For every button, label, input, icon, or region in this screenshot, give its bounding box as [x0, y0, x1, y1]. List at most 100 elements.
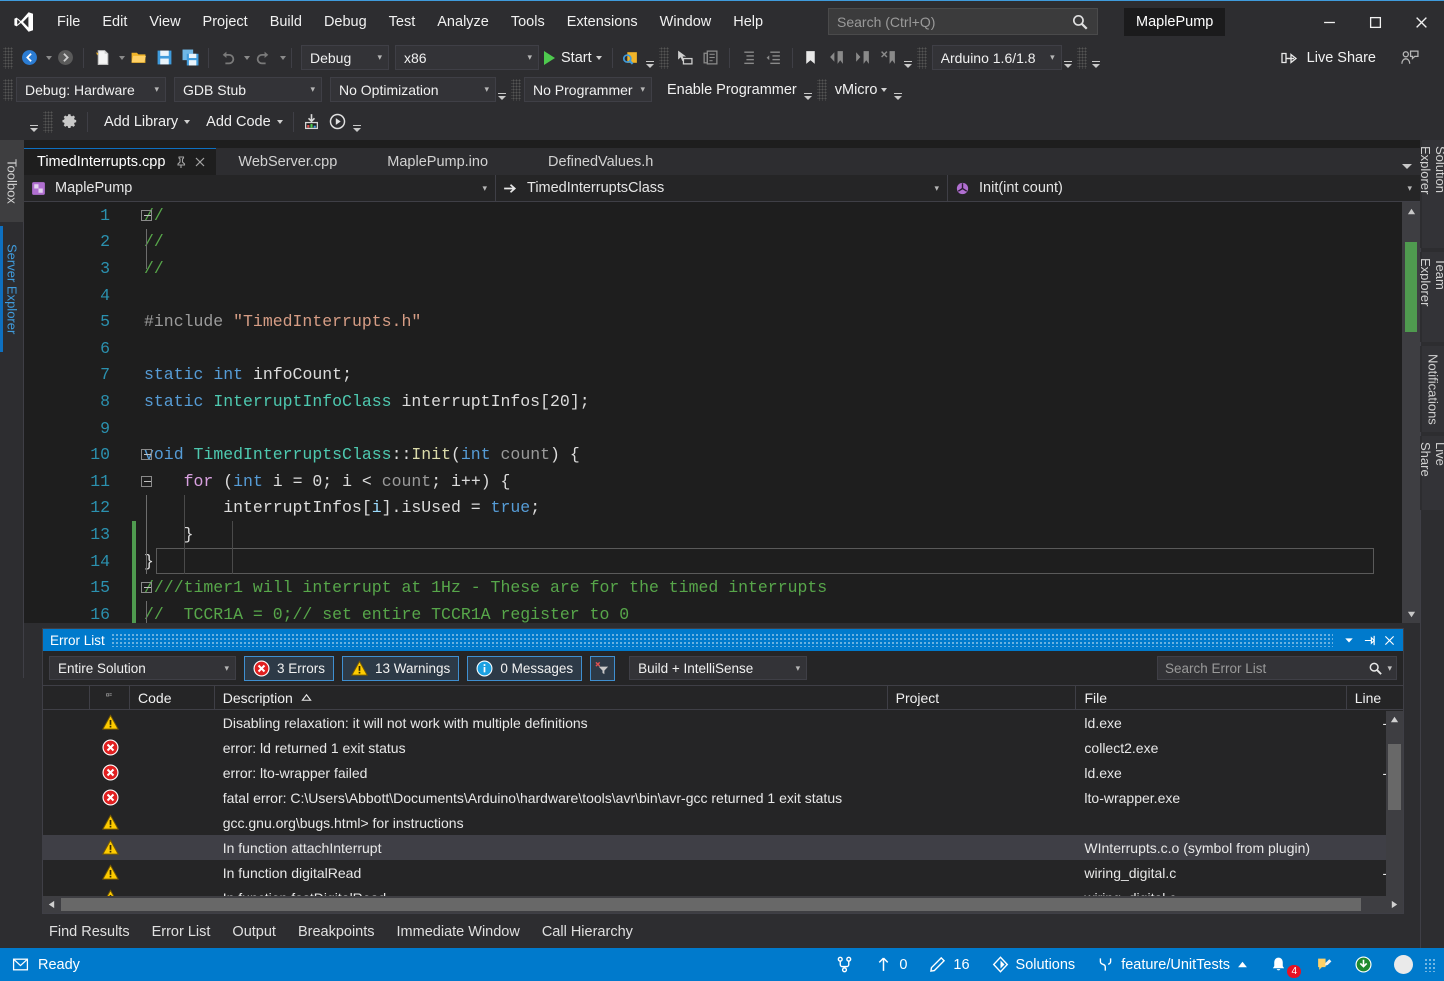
scrollbar-thumb[interactable] [1388, 744, 1401, 810]
toolbar-overflow-button[interactable] [496, 78, 508, 102]
add-library-button[interactable]: Add Library [93, 109, 195, 135]
vmicro-dropdown[interactable] [881, 87, 888, 92]
menu-item-file[interactable]: File [46, 1, 91, 43]
live-share-button[interactable]: Live Share [1274, 45, 1382, 71]
error-list-rows[interactable]: Disabling relaxation: it will not work w… [43, 710, 1403, 910]
menu-item-analyze[interactable]: Analyze [426, 1, 500, 43]
column-header-description[interactable]: Description [215, 685, 888, 710]
editor-tab-maplepump-ino[interactable]: MaplePump.ino [359, 148, 516, 175]
column-header-project[interactable]: Project [888, 685, 1077, 710]
editor-vertical-scrollbar[interactable] [1402, 202, 1420, 623]
sidebar-item-live-share[interactable]: Live Share [1418, 436, 1444, 510]
save-button[interactable] [151, 45, 177, 71]
update-status[interactable] [1344, 948, 1383, 981]
feedback-status[interactable] [1305, 948, 1344, 981]
code-line[interactable]: 1 // [24, 202, 1384, 229]
code-line[interactable]: 15 ////timer1 will interrupt at 1Hz - The… [24, 574, 1384, 601]
toolbar-grip[interactable] [3, 46, 13, 69]
menu-item-help[interactable]: Help [722, 1, 774, 43]
code-line[interactable]: 7 static int infoCount; [24, 362, 1384, 389]
sidebar-item-notifications[interactable]: Notifications [1420, 346, 1444, 432]
messages-filter-toggle[interactable]: 0 Messages [467, 655, 583, 681]
menu-item-tools[interactable]: Tools [500, 1, 556, 43]
navigate-forward-button[interactable] [52, 45, 78, 71]
toggle-bookmark-button[interactable] [798, 45, 824, 71]
toolbar-grip[interactable] [1076, 46, 1087, 69]
source-control-status[interactable] [825, 948, 864, 981]
sidebar-item-team-explorer[interactable]: Team Explorer [1418, 252, 1444, 342]
navbar-member-combo[interactable]: Init(int count) ▾ [948, 175, 1420, 202]
outgoing-commits-status[interactable]: 0 [864, 948, 918, 981]
error-list-horizontal-scrollbar[interactable] [43, 896, 1403, 913]
new-item-button[interactable] [89, 45, 115, 71]
toolbar-overflow-button[interactable] [1062, 46, 1074, 70]
toolbar-grip[interactable] [816, 78, 827, 101]
toolbar-grip[interactable] [511, 78, 521, 101]
redo-dropdown[interactable] [280, 55, 286, 60]
editor-tab-definedvalues-h[interactable]: DefinedValues.h [516, 148, 685, 175]
column-header-line[interactable]: Line [1347, 685, 1403, 710]
indent-button[interactable] [735, 45, 761, 71]
toolbar-overflow-button[interactable] [892, 78, 904, 102]
menu-item-debug[interactable]: Debug [313, 1, 378, 43]
error-search-input[interactable] [1165, 660, 1369, 676]
clear-filter-button[interactable] [590, 655, 616, 681]
add-code-dropdown[interactable] [276, 119, 283, 124]
add-library-dropdown[interactable] [184, 119, 191, 124]
code-line[interactable]: 6 [24, 335, 1384, 362]
table-row[interactable]: error: lto-wrapper failedld.exe-1 [43, 760, 1403, 785]
code-line[interactable]: 8 static InterruptInfoClass interruptInfo… [24, 388, 1384, 415]
table-row[interactable]: fatal error: C:\Users\Abbott\Documents\A… [43, 785, 1403, 810]
start-dropdown[interactable] [595, 55, 602, 60]
fold-toggle-icon[interactable] [140, 202, 153, 229]
menu-item-extensions[interactable]: Extensions [556, 1, 649, 43]
save-all-button[interactable] [177, 45, 203, 71]
panel-pin-button[interactable] [1359, 630, 1379, 650]
errors-filter-toggle[interactable]: 3 Errors [244, 655, 335, 681]
fold-toggle-icon[interactable] [140, 441, 153, 468]
table-row[interactable]: error: ld returned 1 exit status collect2… [43, 735, 1403, 760]
fold-toggle-icon[interactable] [140, 574, 153, 601]
toolbar-grip[interactable] [3, 78, 13, 101]
vmicro-menu-button[interactable]: vMicro [830, 77, 893, 103]
toolbar-overflow-button[interactable] [902, 46, 914, 70]
repository-status[interactable]: Solutions [981, 948, 1087, 981]
navigate-back-button[interactable] [16, 45, 42, 71]
comment-button[interactable] [698, 45, 724, 71]
toolbar-grip[interactable] [658, 46, 669, 69]
clear-bookmarks-button[interactable] [876, 45, 902, 71]
panel-drag-area[interactable] [110, 633, 1333, 647]
run-button[interactable] [325, 109, 351, 135]
previous-bookmark-button[interactable] [824, 45, 850, 71]
pending-changes-status[interactable]: 16 [918, 948, 980, 981]
redo-button[interactable] [250, 45, 276, 71]
navbar-project-combo[interactable]: MaplePump ▾ [24, 174, 496, 202]
menu-item-test[interactable]: Test [378, 1, 427, 43]
error-search[interactable]: ▾ [1157, 656, 1397, 680]
tab-call-hierarchy[interactable]: Call Hierarchy [531, 916, 644, 948]
menu-item-view[interactable]: View [138, 1, 191, 43]
code-line[interactable]: 14} [24, 547, 1384, 575]
find-in-files-button[interactable] [618, 45, 644, 71]
next-bookmark-button[interactable] [850, 45, 876, 71]
arduino-version-combo[interactable]: Arduino 1.6/1.8 ▾ [931, 45, 1062, 70]
table-row[interactable]: In function attachInterrupt WInterrupts.c… [43, 835, 1403, 860]
start-debug-button[interactable]: Start [539, 45, 607, 71]
table-row[interactable]: Disabling relaxation: it will not work w… [43, 710, 1403, 735]
sidebar-item-server-explorer[interactable]: Server Explorer [0, 226, 24, 352]
selection-tool-button[interactable] [672, 45, 698, 71]
code-line[interactable]: 9 [24, 415, 1384, 442]
table-row[interactable]: In function digitalReadwiring_digital.c-… [43, 860, 1403, 885]
minimize-button[interactable] [1306, 1, 1352, 43]
search-input[interactable] [837, 13, 1071, 30]
chevron-down-icon[interactable] [1402, 164, 1412, 169]
toolbar-grip[interactable] [43, 110, 53, 133]
code-line[interactable]: 16 // TCCR1A = 0;// set entire TCCR1A reg… [24, 600, 1384, 623]
toolbar-overflow-button[interactable] [644, 46, 656, 70]
panel-menu-button[interactable] [1339, 630, 1359, 650]
tab-error-list[interactable]: Error List [141, 916, 222, 948]
tab-find-results[interactable]: Find Results [38, 916, 141, 948]
undo-button[interactable] [214, 45, 240, 71]
debugger-combo[interactable]: GDB Stub ▾ [174, 77, 322, 102]
scope-combo[interactable]: Entire Solution ▾ [49, 656, 236, 680]
